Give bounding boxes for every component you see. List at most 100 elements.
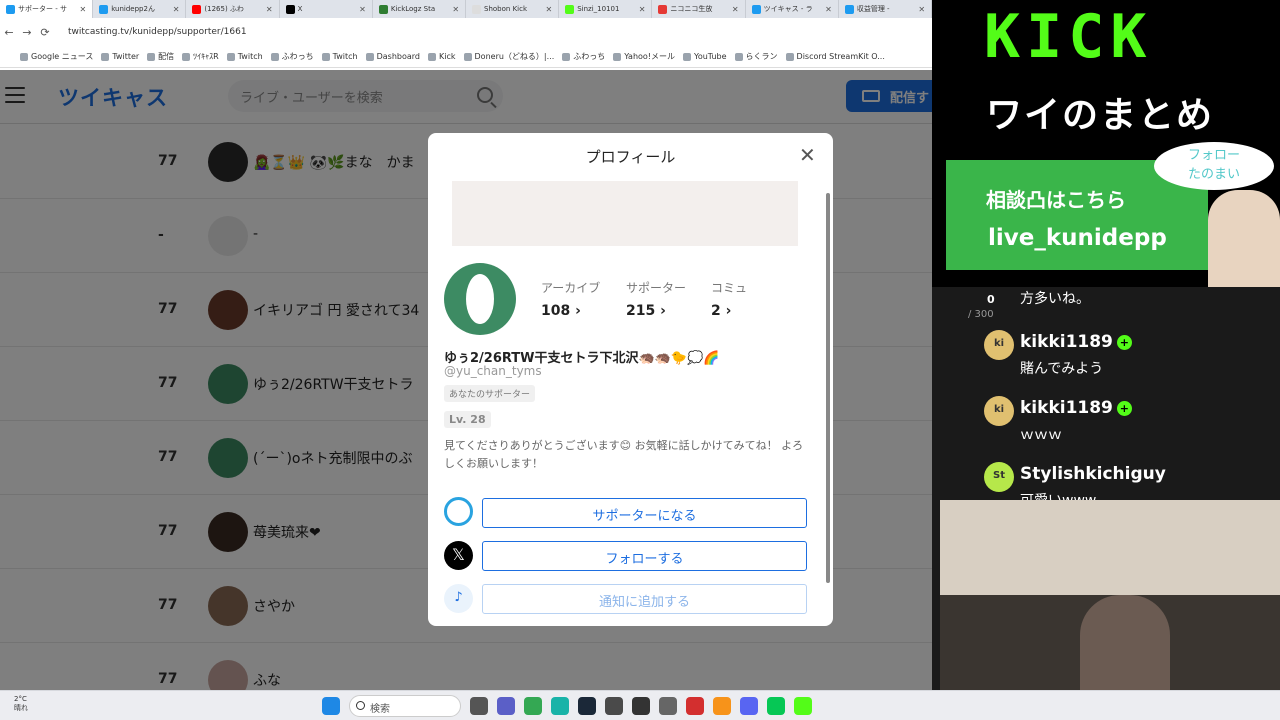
- browser-tab[interactable]: KickLogz Sta ✕: [373, 0, 467, 18]
- become-supporter-button[interactable]: サポーターになる: [482, 498, 807, 528]
- reload-icon[interactable]: ⟳: [36, 26, 54, 39]
- url-text[interactable]: twitcasting.tv/kunidepp/supporter/1661: [68, 27, 247, 37]
- bookmark-label: ふわっち: [281, 52, 314, 61]
- browser-tab[interactable]: 収益管理 - ✕: [839, 0, 932, 18]
- address-bar: ← → ⟳ twitcasting.tv/kunidepp/supporter/…: [0, 18, 932, 46]
- close-icon[interactable]: ✕: [799, 143, 816, 167]
- bookmark-item[interactable]: Google ニュース: [20, 51, 93, 62]
- bookmark-icon: [321, 52, 330, 61]
- taskbar-search[interactable]: 検索: [349, 695, 461, 717]
- forward-icon[interactable]: →: [18, 26, 36, 39]
- webcam-feed: [940, 500, 1280, 690]
- tab-close-icon[interactable]: ✕: [80, 5, 87, 14]
- tab-favicon-icon: [99, 4, 109, 14]
- weather-condition: 晴れ: [14, 704, 28, 712]
- record-icon[interactable]: [686, 697, 704, 715]
- tab-label: ニコニコ生放: [670, 5, 713, 13]
- bookmark-item[interactable]: Twitch: [321, 52, 358, 61]
- modal-scrollbar[interactable]: [826, 193, 830, 583]
- bookmark-item[interactable]: ふわっち: [562, 51, 605, 62]
- stat-label-archive: アーカイブ: [541, 281, 601, 295]
- chevron-right-icon: ›: [660, 303, 666, 319]
- windows-start-icon[interactable]: [322, 697, 340, 715]
- bookmark-icon: [428, 52, 437, 61]
- line-icon[interactable]: [767, 697, 785, 715]
- tab-favicon-icon: [751, 4, 761, 14]
- tab-favicon-icon: [565, 4, 575, 14]
- tab-close-icon[interactable]: ✕: [825, 5, 832, 14]
- plus-badge-icon: +: [1116, 400, 1132, 416]
- edge-icon[interactable]: [551, 697, 569, 715]
- bookmark-item[interactable]: Twitch: [226, 52, 263, 61]
- browser-tab[interactable]: Shobon Kick ✕: [466, 0, 560, 18]
- bookmark-icon: [270, 52, 279, 61]
- tab-favicon-icon: [378, 4, 388, 14]
- weather-widget[interactable]: 2°C 晴れ: [14, 695, 28, 713]
- bookmark-item[interactable]: らくラン: [734, 51, 778, 62]
- bookmark-item[interactable]: 配信: [147, 51, 174, 62]
- consult-text: 相談凸はこちら: [986, 188, 1126, 212]
- bookmark-icon: [785, 52, 794, 61]
- browser-tab[interactable]: サポーター - サ ✕: [0, 0, 94, 18]
- calculator-icon[interactable]: [659, 697, 677, 715]
- notify-button[interactable]: 通知に追加する: [482, 584, 807, 614]
- x-logo-icon: 𝕏: [444, 541, 473, 570]
- tab-favicon-icon: [472, 4, 482, 14]
- bookmark-item[interactable]: Yahoo!メール: [613, 51, 675, 62]
- tab-close-icon[interactable]: ✕: [452, 5, 459, 14]
- bookmark-item[interactable]: Discord StreamKit O...: [785, 52, 885, 61]
- tab-close-icon[interactable]: ✕: [918, 5, 925, 14]
- app-orange-icon[interactable]: [713, 697, 731, 715]
- bookmark-label: Twitch: [237, 52, 263, 61]
- bookmark-item[interactable]: Kick: [428, 52, 456, 61]
- teams-icon[interactable]: [497, 697, 515, 715]
- tab-close-icon[interactable]: ✕: [173, 5, 180, 14]
- bookmark-label: ふわっち: [573, 52, 606, 61]
- tab-label: kunidepp2ん: [111, 5, 155, 13]
- browser-tab[interactable]: kunidepp2ん ✕: [93, 0, 187, 18]
- bookmark-label: Twitch: [332, 52, 358, 61]
- obs-icon[interactable]: [632, 697, 650, 715]
- tab-close-icon[interactable]: ✕: [732, 5, 739, 14]
- chrome-icon[interactable]: [524, 697, 542, 715]
- tab-close-icon[interactable]: ✕: [359, 5, 366, 14]
- bookmark-item[interactable]: Doneru（どねる）|...: [463, 51, 554, 62]
- steam-icon[interactable]: [578, 697, 596, 715]
- chat-username-text: kikki1189: [1020, 332, 1113, 352]
- bookmark-item[interactable]: Dashboard: [365, 52, 421, 61]
- bookmark-icon: [20, 52, 28, 61]
- stat-value-archive[interactable]: 108 ›: [541, 303, 581, 319]
- bookmark-icon: [463, 52, 472, 61]
- profile-banner: [452, 181, 798, 246]
- stat-value-supporters[interactable]: 215 ›: [626, 303, 666, 319]
- discord-icon[interactable]: [740, 697, 758, 715]
- back-icon[interactable]: ←: [0, 26, 18, 39]
- bookmark-label: Dashboard: [376, 52, 421, 61]
- chevron-right-icon: ›: [725, 303, 732, 319]
- bookmark-icon: [182, 52, 191, 61]
- bookmark-item[interactable]: ﾂｲｷｬｽR: [182, 51, 219, 62]
- stat-value-community[interactable]: 2 ›: [711, 303, 731, 319]
- tab-label: 収益管理 -: [856, 5, 890, 13]
- support-icon: [444, 497, 473, 526]
- chevron-right-icon: ›: [575, 303, 581, 319]
- browser-tab[interactable]: (1265) ふわ ✕: [186, 0, 280, 18]
- tab-close-icon[interactable]: ✕: [546, 5, 553, 14]
- bookmark-item[interactable]: Twitter: [101, 52, 139, 61]
- webcam-person: [1080, 595, 1170, 690]
- browser-tab[interactable]: ニコニコ生放 ✕: [652, 0, 746, 18]
- tab-close-icon[interactable]: ✕: [639, 5, 646, 14]
- bookmark-item[interactable]: ふわっち: [270, 51, 314, 62]
- browser-tab[interactable]: X ✕: [280, 0, 373, 18]
- app-icon[interactable]: [605, 697, 623, 715]
- follow-button[interactable]: フォローする: [482, 541, 807, 571]
- chat-username: kikki1189+: [1020, 332, 1132, 352]
- browser-tab[interactable]: Sinzi_10101 ✕: [559, 0, 653, 18]
- kick-icon[interactable]: [794, 697, 812, 715]
- tab-label: Shobon Kick: [484, 5, 528, 13]
- supporter-count: 215: [626, 303, 656, 319]
- bookmark-item[interactable]: YouTube: [683, 52, 727, 61]
- tab-close-icon[interactable]: ✕: [266, 5, 273, 14]
- taskview-icon[interactable]: [470, 697, 488, 715]
- browser-tab[interactable]: ツイキャス - ラ ✕: [746, 0, 839, 18]
